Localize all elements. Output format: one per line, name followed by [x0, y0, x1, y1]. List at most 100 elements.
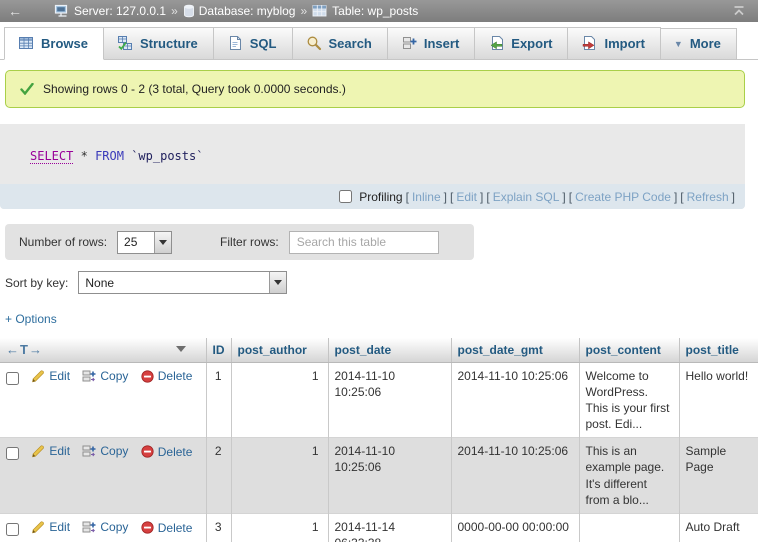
edit-label: Edit [49, 519, 70, 535]
cell-post-author: 1 [231, 438, 328, 514]
tab-more[interactable]: ▼ More [661, 28, 737, 60]
structure-icon [117, 35, 133, 51]
delete-row-link[interactable]: Delete [141, 368, 193, 384]
column-header-post-date-gmt[interactable]: post_date_gmt [451, 338, 579, 362]
delete-row-link[interactable]: Delete [141, 444, 193, 460]
column-header-post-author[interactable]: post_author [231, 338, 328, 362]
cell-post-date: 2014-11-10 10:25:06 [328, 362, 451, 438]
sort-by-key-label: Sort by key: [5, 276, 68, 290]
query-actions-bar: Profiling [ Inline ] [ Edit ] [ Explain … [0, 184, 745, 209]
cell-id: 2 [206, 438, 231, 514]
transpose-icon[interactable]: ←T→ [6, 342, 43, 357]
cell-id: 3 [206, 514, 231, 542]
sql-query-box: SELECT * FROM `wp_posts` Profiling [ Inl… [0, 124, 745, 209]
delete-icon [141, 521, 154, 534]
cell-post-date-gmt: 0000-00-00 00:00:00 [451, 514, 579, 542]
cell-post-author: 1 [231, 362, 328, 438]
breadcrumb-bar: ← Server: 127.0.0.1 » Database: myblog »… [0, 0, 758, 22]
success-check-icon [20, 83, 34, 95]
number-of-rows-select[interactable]: 25 [117, 231, 172, 254]
breadcrumb-separator: » [171, 4, 178, 18]
bracket: [ [680, 190, 683, 204]
edit-row-link[interactable]: Edit [31, 443, 70, 459]
pencil-icon [31, 444, 45, 458]
refresh-link[interactable]: Refresh [687, 190, 729, 204]
inline-link[interactable]: Inline [412, 190, 441, 204]
column-header-post-date[interactable]: post_date [328, 338, 451, 362]
tab-browse-label: Browse [41, 36, 88, 51]
row-checkbox[interactable] [6, 447, 19, 460]
breadcrumb-database-label: Database: myblog [199, 4, 296, 18]
row-checkbox[interactable] [6, 372, 19, 385]
table-row: Edit Copy Delete 2 1 2014-11-10 10:25:06 [0, 438, 758, 514]
cell-post-date-gmt: 2014-11-10 10:25:06 [451, 438, 579, 514]
cell-post-content [579, 514, 679, 542]
bracket: ] [562, 190, 565, 204]
tab-import-label: Import [604, 36, 644, 51]
tab-bar: Browse Structure SQL Search Insert Expor… [0, 22, 758, 60]
column-header-post-title[interactable]: post_title [679, 338, 758, 362]
sql-table-name: `wp_posts` [131, 149, 203, 163]
rows-filter-bar: Number of rows: 25 Filter rows: [5, 224, 474, 260]
profiling-checkbox[interactable] [339, 190, 352, 203]
row-checkbox[interactable] [6, 523, 19, 536]
copy-row-link[interactable]: Copy [82, 519, 128, 535]
sql-keyword-select: SELECT [30, 149, 73, 164]
bracket: [ [450, 190, 453, 204]
success-message: Showing rows 0 - 2 (3 total, Query took … [5, 70, 745, 108]
breadcrumb-server[interactable]: Server: 127.0.0.1 [54, 4, 166, 18]
copy-row-link[interactable]: Copy [82, 368, 128, 384]
tab-sql[interactable]: SQL [214, 27, 293, 60]
profiling-label: Profiling [359, 190, 402, 204]
options-toggle-link[interactable]: + Options [5, 312, 57, 326]
copy-row-link[interactable]: Copy [82, 443, 128, 459]
column-visibility-dropdown-icon[interactable] [176, 346, 186, 352]
cell-post-author: 1 [231, 514, 328, 542]
success-message-text: Showing rows 0 - 2 (3 total, Query took … [43, 82, 346, 96]
delete-row-link[interactable]: Delete [141, 520, 193, 536]
explain-sql-link[interactable]: Explain SQL [493, 190, 560, 204]
breadcrumb-separator: » [300, 4, 307, 18]
back-arrow-icon[interactable]: ← [8, 4, 22, 18]
breadcrumb-table[interactable]: Table: wp_posts [312, 4, 418, 18]
sort-by-key-select[interactable]: None [78, 271, 287, 294]
bracket: [ [486, 190, 489, 204]
import-icon [581, 35, 597, 51]
breadcrumb-table-label: Table: wp_posts [332, 4, 418, 18]
delete-label: Delete [158, 520, 193, 536]
cell-post-date: 2014-11-14 06:33:38 [328, 514, 451, 542]
tab-insert[interactable]: Insert [388, 27, 475, 60]
bracket: ] [444, 190, 447, 204]
sql-keyword-from: FROM [95, 149, 124, 163]
breadcrumb: Server: 127.0.0.1 » Database: myblog » T… [54, 4, 418, 18]
sql-icon [227, 35, 243, 51]
row-actions-cell: Edit Copy Delete [0, 438, 206, 514]
results-header-row: ←T→ ID post_author post_date post_date_g… [0, 338, 758, 362]
tab-insert-label: Insert [424, 36, 459, 51]
tab-structure[interactable]: Structure [104, 27, 214, 60]
tab-export[interactable]: Export [475, 27, 568, 60]
edit-row-link[interactable]: Edit [31, 368, 70, 384]
filter-rows-input[interactable] [289, 231, 439, 254]
bracket: ] [732, 190, 735, 204]
delete-icon [141, 370, 154, 383]
collapse-console-icon[interactable] [732, 5, 746, 17]
delete-label: Delete [158, 368, 193, 384]
column-header-post-content[interactable]: post_content [579, 338, 679, 362]
search-icon [306, 35, 322, 51]
tab-browse[interactable]: Browse [4, 27, 104, 60]
pencil-icon [31, 369, 45, 383]
copy-icon [82, 444, 96, 458]
tab-search-label: Search [329, 36, 372, 51]
column-header-id[interactable]: ID [206, 338, 231, 362]
edit-row-link[interactable]: Edit [31, 519, 70, 535]
tab-import[interactable]: Import [568, 27, 660, 60]
edit-query-link[interactable]: Edit [456, 190, 477, 204]
edit-label: Edit [49, 368, 70, 384]
copy-label: Copy [100, 443, 128, 459]
cell-post-date-gmt: 2014-11-10 10:25:06 [451, 362, 579, 438]
tab-search[interactable]: Search [293, 27, 388, 60]
breadcrumb-database[interactable]: Database: myblog [183, 4, 296, 18]
bracket: ] [674, 190, 677, 204]
create-php-code-link[interactable]: Create PHP Code [575, 190, 671, 204]
